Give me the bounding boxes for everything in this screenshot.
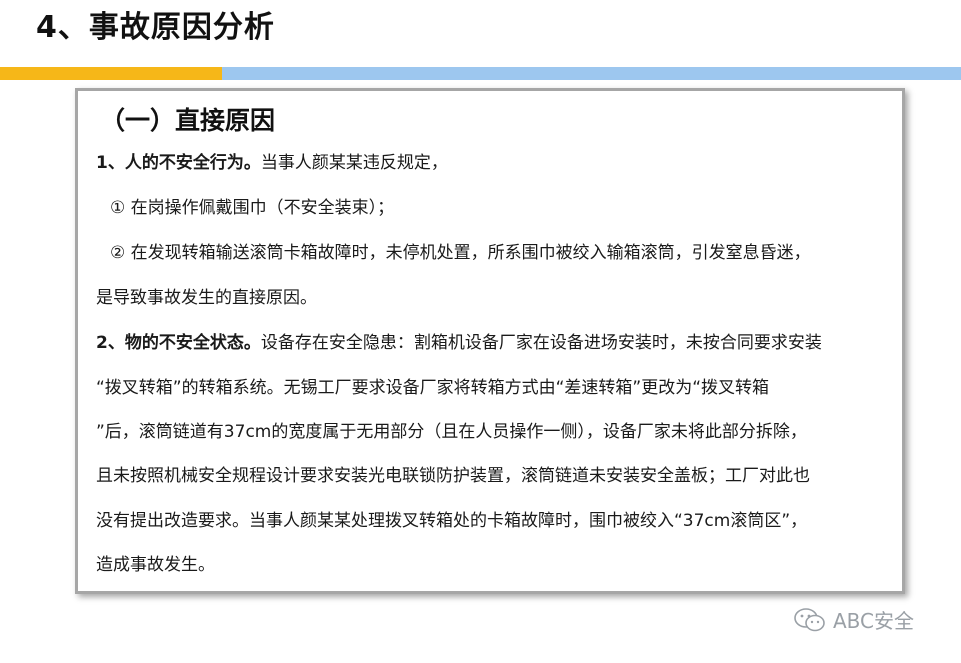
section2-line-4: 没有提出改造要求。当事人颜某某处理拨叉转箱处的卡箱故障时，围巾被绞入“37cm滚… — [96, 511, 808, 531]
section1-text: 当事人颜某某违反规定， — [260, 153, 448, 173]
section1-conclusion: 是导致事故发生的直接原因。 — [96, 288, 317, 308]
section2-line-5: 造成事故发生。 — [96, 555, 215, 575]
section2-line-3: 且未按照机械安全规程设计要求安装光电联锁防护装置，滚筒链道未安装安全盖板；工厂对… — [96, 466, 810, 486]
accent-bar-blue — [222, 67, 961, 80]
section-heading: （一）直接原因 — [100, 106, 276, 135]
section1-item-1: ① 在岗操作佩戴围巾（不安全装束）； — [110, 198, 395, 218]
section1-line: 1、人的不安全行为。当事人颜某某违反规定， — [96, 151, 448, 175]
section1-label: 1、人的不安全行为。 — [96, 153, 261, 173]
section2-label: 2、物的不安全状态。 — [96, 333, 261, 353]
watermark: ABC安全 — [793, 605, 914, 634]
section2-line-1: “拨叉转箱”的转箱系统。无锡工厂要求设备厂家将转箱方式由“差速转箱”更改为“拨叉… — [96, 378, 770, 398]
section2-line: 2、物的不安全状态。设备存在安全隐患：割箱机设备厂家在设备进场安装时，未按合同要… — [96, 331, 822, 355]
accent-bar-yellow — [0, 67, 222, 80]
section2-line-0: 设备存在安全隐患：割箱机设备厂家在设备进场安装时，未按合同要求安装 — [260, 333, 822, 353]
section1-item-2: ② 在发现转箱输送滚筒卡箱故障时，未停机处置，所系围巾被绞入输箱滚筒，引发窒息昏… — [110, 243, 811, 263]
page-title: 4、事故原因分析 — [36, 10, 275, 45]
wechat-icon — [794, 607, 825, 631]
content-card: （一）直接原因 1、人的不安全行为。当事人颜某某违反规定， ① 在岗操作佩戴围巾… — [75, 88, 905, 594]
section2-line-2: ”后，滚筒链道有37cm的宽度属于无用部分（且在人员操作一侧），设备厂家未将此部… — [96, 422, 807, 442]
watermark-text: ABC安全 — [833, 609, 915, 633]
